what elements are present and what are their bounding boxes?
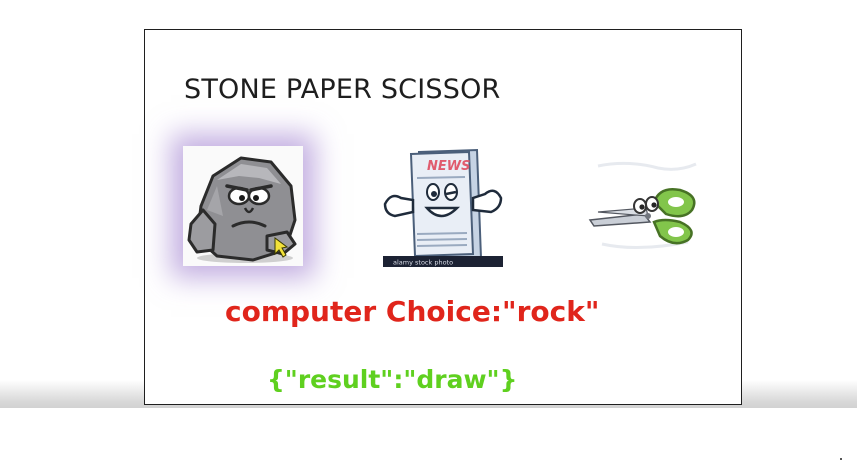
result-text: {"result":"draw"}	[267, 365, 518, 394]
corner-dot	[840, 458, 842, 460]
game-title: STONE PAPER SCISSOR	[184, 74, 501, 105]
newspaper-headline: NEWS	[427, 159, 470, 174]
rock-choice-button[interactable]	[183, 146, 303, 266]
paper-choice-button[interactable]: NEWS alamy stock photo	[383, 146, 503, 268]
game-frame: STONE PAPER SCISSOR NEWS alamy stock pho…	[144, 29, 742, 405]
newspaper-cartoon-icon: NEWS alamy stock photo	[383, 148, 503, 267]
scissors-cartoon-icon	[588, 161, 697, 250]
scissor-choice-button[interactable]	[588, 156, 706, 256]
computer-choice-text: computer Choice:"rock"	[225, 295, 600, 328]
bottom-area	[0, 408, 857, 466]
stock-watermark: alamy stock photo	[393, 259, 453, 267]
rock-cartoon-icon	[187, 156, 297, 263]
